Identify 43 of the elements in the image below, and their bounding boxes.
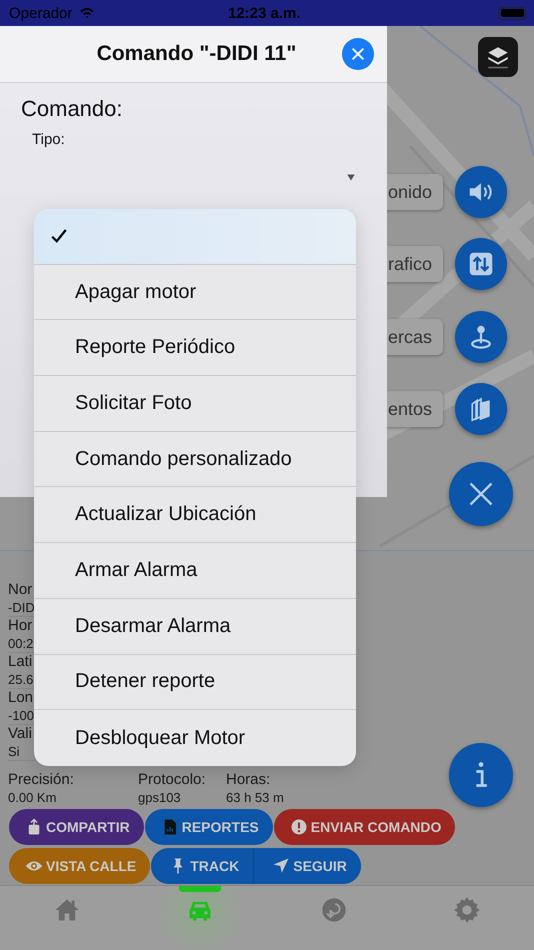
field-value: 00:2 — [8, 635, 34, 652]
menu-item[interactable]: Apagar motor — [34, 264, 356, 320]
action-button[interactable]: REPORTES — [144, 809, 273, 845]
navigation-arrow-icon — [272, 857, 290, 875]
close-icon — [350, 46, 366, 62]
close-icon — [467, 480, 495, 508]
field-value: -100 — [8, 707, 34, 724]
gear-icon — [453, 896, 482, 924]
field-label: Horas: — [226, 771, 272, 789]
battery-icon — [498, 6, 526, 20]
menu-item[interactable]: Solicitar Foto — [34, 376, 356, 432]
caret-icon — [345, 172, 357, 182]
field-label: Lon — [8, 689, 34, 707]
menu-item[interactable]: Reporte Periódico — [34, 320, 356, 376]
field-value: gps103 — [138, 789, 182, 806]
menu-item[interactable]: Actualizar Ubicación — [34, 487, 356, 544]
field-label: Lati — [8, 653, 34, 671]
action-button[interactable]: COMPARTIR — [9, 809, 144, 845]
field-label: Nor — [8, 581, 34, 599]
field-label: Protocolo: — [138, 771, 207, 789]
section-heading: Comando: — [21, 96, 124, 122]
checkmark-icon — [50, 227, 68, 246]
clock-time: 12:23 a.m. — [228, 5, 301, 22]
field-value: 0.00 Km — [8, 789, 58, 806]
action-button[interactable]: ENVIAR COMANDO — [274, 809, 456, 845]
carrier-name: Operador — [9, 4, 72, 22]
field-label: Vali — [8, 725, 33, 743]
field-label: Hor — [8, 617, 34, 635]
field-value: -DID — [8, 599, 34, 616]
dialog-title: Comando "-DIDI 11" — [96, 42, 296, 66]
layers-button[interactable] — [478, 37, 518, 77]
selected-indicator — [179, 886, 222, 892]
exclamation-icon — [290, 818, 308, 836]
field-value: Si — [8, 743, 21, 760]
field-label: Precisión: — [8, 771, 75, 789]
close-button[interactable] — [342, 38, 374, 70]
action-button[interactable]: SEGUIR — [253, 848, 361, 884]
history-icon — [320, 896, 348, 924]
menu-item[interactable]: Comando personalizado — [34, 432, 356, 488]
field-label: Tipo: — [32, 131, 66, 148]
menu-item[interactable]: Desbloquear Motor — [34, 710, 356, 766]
field-value: 63 h 53 m — [226, 789, 285, 806]
field-value: 25.6 — [8, 671, 34, 688]
